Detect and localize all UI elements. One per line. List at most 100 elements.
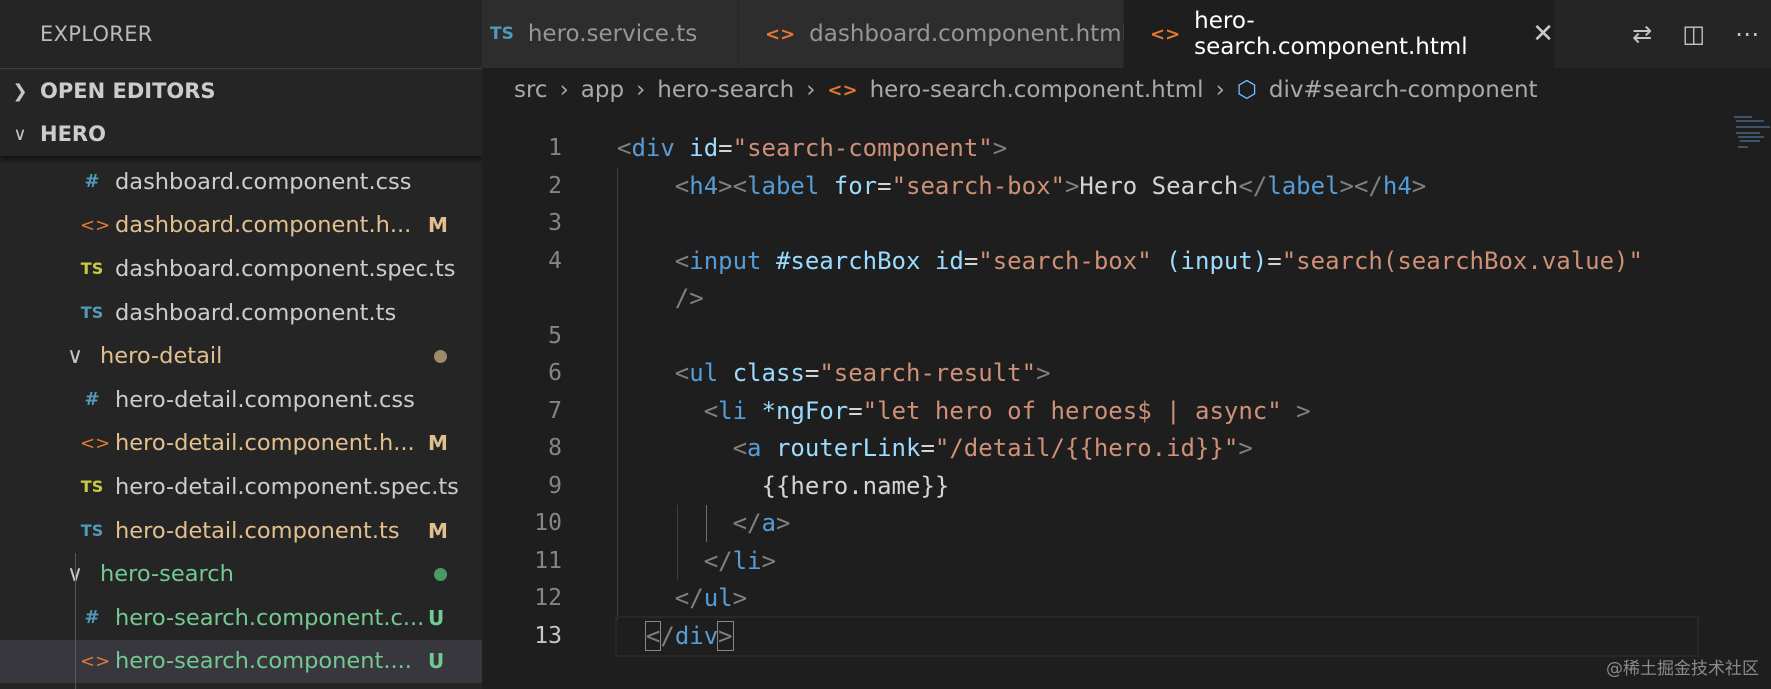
tree-item-label: hero-search.component.c... <box>115 604 425 631</box>
ts-file-icon: TS <box>490 24 514 44</box>
tree-item-label: dashboard.component.css <box>115 168 412 195</box>
breadcrumb-file[interactable]: hero-search.component.html <box>870 77 1204 103</box>
tree-folder-label: hero-search <box>100 561 234 588</box>
breadcrumb-symbol[interactable]: div#search-component <box>1269 77 1538 103</box>
minimap[interactable] <box>1730 112 1771 689</box>
code-line: <li *ngFor="let hero of heroes$ | async"… <box>703 396 1311 425</box>
open-changes-icon[interactable]: ⇄ <box>1632 20 1652 48</box>
git-status-badge: M <box>428 213 448 238</box>
tree-indent-guide <box>75 553 76 689</box>
chevron-right-icon: › <box>806 77 816 103</box>
tree-item-hero-detail-ts[interactable]: TS hero-detail.component.ts M <box>0 509 482 553</box>
line-number: 9 <box>548 472 562 499</box>
ts-file-icon: TS <box>80 521 104 541</box>
line-number: 5 <box>548 322 562 349</box>
breadcrumb-item[interactable]: src <box>514 77 548 103</box>
line-number: 2 <box>548 172 562 199</box>
code-line: </ul> <box>674 584 748 612</box>
tree-item-label: dashboard.component.spec.ts <box>115 255 456 282</box>
tab-bar: TS hero.service.ts <> dashboard.componen… <box>482 0 1771 68</box>
css-file-icon: # <box>84 607 100 629</box>
code-line: <ul class="search-result"> <box>674 359 1051 387</box>
line-number: 8 <box>548 435 562 461</box>
tree-item-hero-detail-spec[interactable]: TS hero-detail.component.spec.ts <box>0 465 482 509</box>
file-tree: # dashboard.component.css <> dashboard.c… <box>0 160 482 689</box>
line-number: 4 <box>548 247 562 274</box>
code-line: <h4><label for="search-box">Hero Search<… <box>674 171 1427 200</box>
ts-spec-file-icon: TS <box>80 477 104 497</box>
css-file-icon: # <box>84 171 100 193</box>
explorer-title: EXPLORER <box>40 22 153 46</box>
git-status-badge: U <box>428 649 445 674</box>
breadcrumb-item[interactable]: hero-search <box>657 77 794 103</box>
code-line: <div id="search-component"> <box>617 134 1008 162</box>
ts-file-icon: TS <box>80 303 104 323</box>
tab-hero-service[interactable]: TS hero.service.ts <box>482 0 739 68</box>
tree-item-dashboard-html[interactable]: <> dashboard.component.h... M <box>0 204 482 248</box>
minimap-line <box>1738 136 1764 138</box>
code-editor[interactable]: 1 2 3 4 5 6 7 8 9 10 11 12 13 <div id="s… <box>482 112 1771 689</box>
section-hero[interactable]: ∨ HERO <box>0 112 482 156</box>
close-icon[interactable]: ✕ <box>1532 19 1554 49</box>
section-hero-label: HERO <box>40 122 106 146</box>
git-status-badge: M <box>428 518 448 543</box>
tab-hero-search-html[interactable]: <> hero-search.component.html ✕ <box>1124 0 1555 68</box>
tree-item-hero-search-html[interactable]: <> hero-search.component.... U <box>0 639 482 684</box>
line-number-gutter: 1 2 3 4 5 6 7 8 9 10 11 12 13 <box>482 130 562 655</box>
tab-dashboard-html[interactable]: <> dashboard.component.html <box>739 0 1128 68</box>
html-file-icon: <> <box>80 650 111 672</box>
minimap-line <box>1736 120 1764 122</box>
line-number <box>482 280 562 318</box>
code-line: {{hero.name}} <box>761 471 950 500</box>
tree-item-label: hero-detail.component.ts <box>115 517 400 544</box>
explorer-sidebar: EXPLORER ❯ OPEN EDITORS ∨ HERO # dashboa… <box>0 0 482 689</box>
tree-item-dashboard-spec[interactable]: TS dashboard.component.spec.ts <box>0 247 482 291</box>
minimap-line <box>1738 146 1748 148</box>
line-number: 11 <box>534 547 562 574</box>
chevron-right-icon: › <box>1215 77 1225 103</box>
chevron-right-icon: › <box>559 77 569 103</box>
line-number: 3 <box>548 210 562 236</box>
tree-item-label: hero-detail.component.spec.ts <box>115 473 459 500</box>
split-editor-icon[interactable]: ◫ <box>1682 20 1705 48</box>
line-number: 7 <box>548 397 562 424</box>
html-file-icon: <> <box>827 79 858 101</box>
tree-folder-hero-search[interactable]: ∨ hero-search <box>0 552 482 596</box>
minimap-line <box>1734 116 1752 118</box>
code-line: <input #searchBox id="search-box" (input… <box>674 246 1643 275</box>
code-line: /> <box>674 284 704 312</box>
code-line: </a> <box>732 509 791 537</box>
line-number-current: 13 <box>534 622 562 649</box>
line-number: 12 <box>534 585 562 611</box>
tree-item-label: dashboard.component.ts <box>115 299 397 326</box>
tree-item-hero-detail-html[interactable]: <> hero-detail.component.h... M <box>0 422 482 466</box>
tree-item-hero-search-css[interactable]: # hero-search.component.c... U <box>0 596 482 640</box>
tab-label: dashboard.component.html <box>809 21 1128 47</box>
breadcrumb: src › app › hero-search › <> hero-search… <box>514 68 1538 112</box>
section-open-editors[interactable]: ❯ OPEN EDITORS <box>0 68 482 113</box>
modified-dot-icon <box>434 349 447 363</box>
code-line: <a routerLink="/detail/{{hero.id}}"> <box>732 434 1253 462</box>
tree-item-dashboard-css[interactable]: # dashboard.component.css <box>0 160 482 204</box>
minimap-line <box>1740 140 1760 142</box>
chevron-down-icon: ∨ <box>13 123 27 145</box>
watermark: @稀土掘金技术社区 <box>1606 659 1759 679</box>
ts-spec-file-icon: TS <box>80 259 104 279</box>
tree-item-label: hero-detail.component.h... <box>115 430 415 457</box>
minimap-line <box>1736 132 1760 134</box>
code-content[interactable]: <div id="search-component"> <h4><label f… <box>615 130 1699 657</box>
breadcrumb-item[interactable]: app <box>581 77 624 103</box>
line-number: 1 <box>548 135 562 161</box>
chevron-down-icon: ∨ <box>67 343 84 369</box>
css-file-icon: # <box>84 389 100 411</box>
html-file-icon: <> <box>765 23 796 45</box>
tree-item-hero-detail-css[interactable]: # hero-detail.component.css <box>0 378 482 422</box>
section-open-editors-label: OPEN EDITORS <box>40 79 216 103</box>
line-number: 10 <box>534 510 562 536</box>
tree-item-label: hero-detail.component.css <box>115 386 415 413</box>
tree-folder-hero-detail[interactable]: ∨ hero-detail <box>0 334 482 378</box>
tree-item-dashboard-ts[interactable]: TS dashboard.component.ts <box>0 291 482 335</box>
html-file-icon: <> <box>1150 23 1181 45</box>
more-actions-icon[interactable]: ⋯ <box>1735 20 1759 48</box>
